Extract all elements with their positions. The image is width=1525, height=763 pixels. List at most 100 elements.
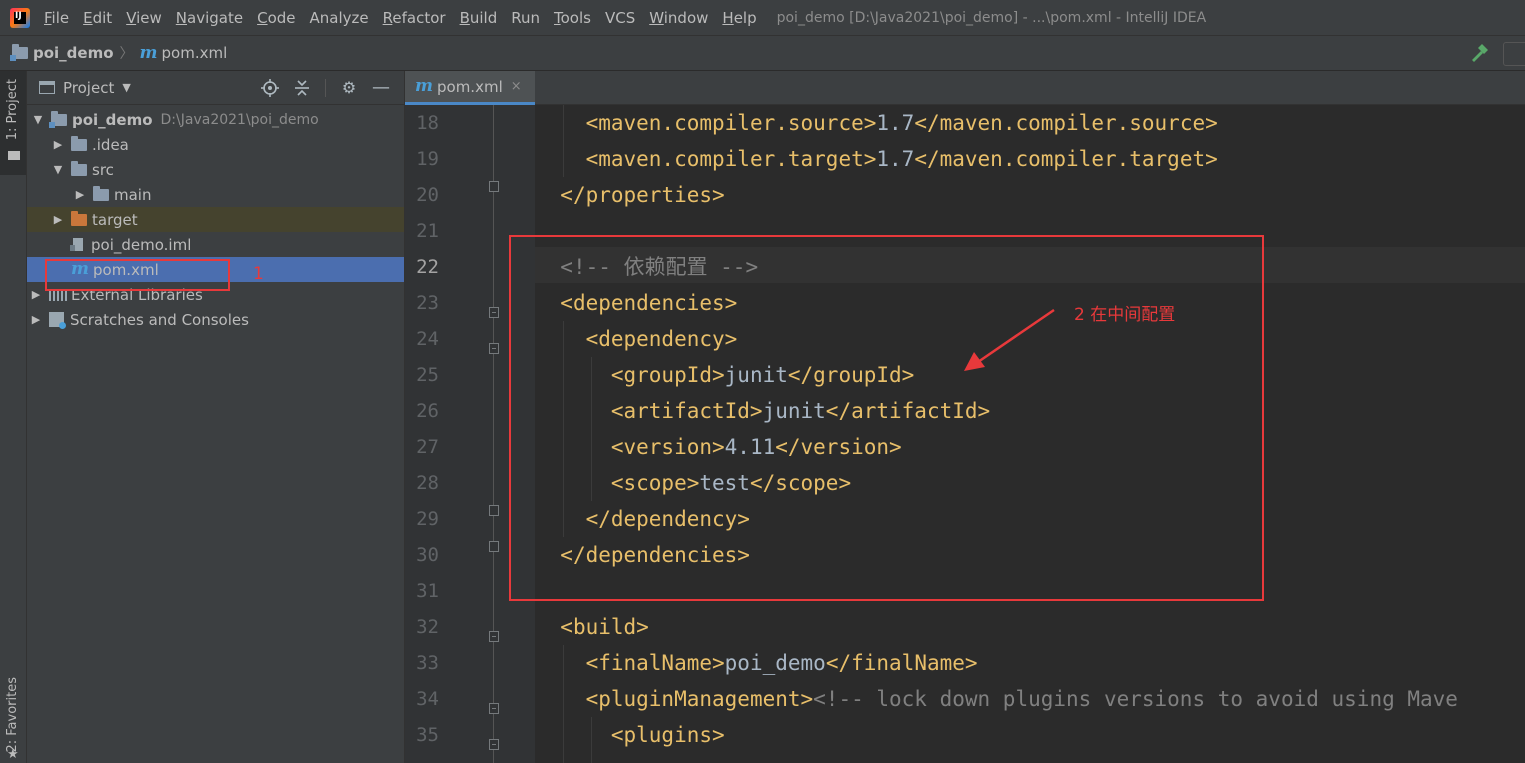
tree-node-main[interactable]: ▶ main	[27, 182, 404, 207]
menu-label: ile	[51, 8, 70, 27]
fold-close-icon[interactable]	[489, 181, 499, 192]
line-number: 20	[416, 184, 439, 206]
menu-vcs[interactable]: VCS	[605, 9, 635, 27]
breadcrumb-project[interactable]: poi_demo	[33, 44, 114, 62]
menu-window[interactable]: Window	[649, 9, 708, 27]
collapse-icon[interactable]	[293, 79, 311, 97]
menu-edit[interactable]: Edit	[83, 9, 112, 27]
breadcrumb-separator: 〉	[119, 46, 134, 62]
gear-icon[interactable]: ⚙	[340, 79, 358, 97]
maven-icon: m	[139, 42, 158, 63]
scratches-icon	[49, 312, 66, 329]
code-line: <maven.compiler.target>1.7</maven.compil…	[585, 147, 1218, 171]
navigation-bar: poi_demo 〉 m pom.xml	[0, 36, 1525, 71]
tree-node-idea[interactable]: ▶ .idea	[27, 132, 404, 157]
tool-tab-project[interactable]: 1: Project	[0, 71, 26, 175]
menu-label: ode	[267, 8, 296, 27]
tree-node-label: target	[92, 210, 138, 229]
line-number: 31	[416, 580, 439, 602]
folder-icon	[8, 151, 20, 160]
line-number: 19	[416, 148, 439, 170]
code-line: <plugins>	[610, 723, 725, 747]
chevron-right-icon[interactable]: ▶	[29, 288, 43, 301]
menu-mnemonic: C	[257, 8, 268, 27]
chevron-right-icon[interactable]: ▶	[29, 313, 43, 326]
menu-mnemonic: F	[44, 8, 52, 27]
fold-open-icon[interactable]	[489, 343, 499, 354]
menu-label: avigate	[187, 8, 244, 27]
menu-items: File Edit View Navigate Code Analyze Refactor B…	[44, 9, 771, 27]
code-line: <pluginManagement><!-- lock down plugins…	[585, 687, 1458, 711]
menu-run[interactable]: Run	[511, 9, 540, 27]
menu-file[interactable]: File	[44, 9, 69, 27]
tree-node-scratches[interactable]: ▶ Scratches and Consoles	[27, 307, 404, 332]
line-number: 22	[416, 256, 439, 278]
code-line: </properties>	[560, 183, 725, 207]
intellij-idea-icon: IJ	[10, 7, 30, 28]
menu-tools[interactable]: Tools	[554, 9, 591, 27]
line-number: 34	[416, 688, 439, 710]
tree-node-src[interactable]: ▼ src	[27, 157, 404, 182]
module-file-icon	[70, 238, 83, 251]
menu-build[interactable]: Build	[460, 9, 498, 27]
nav-toolbar-button[interactable]	[1503, 42, 1525, 66]
chevron-right-icon[interactable]: ▶	[51, 138, 65, 151]
menu-label: uild	[469, 8, 498, 27]
chevron-down-icon[interactable]: ▼	[51, 163, 65, 176]
annotation-box-dependencies	[509, 235, 1264, 601]
menu-label: ools	[560, 8, 591, 27]
menu-label: Analyze	[309, 8, 369, 27]
tree-node-label: src	[92, 160, 114, 179]
annotation-label-1: 1	[253, 264, 264, 284]
project-tool-window: Project ▼ ⚙ — ▼ poi_demo D:\Java2021\poi…	[27, 71, 405, 763]
fold-open-icon[interactable]	[489, 739, 499, 750]
tool-tab-favorites-label: 2: Favorites	[5, 677, 20, 753]
project-view-icon	[39, 81, 55, 94]
line-number: 33	[416, 652, 439, 674]
menu-bar: IJ File Edit View Navigate Code Analyze Refact…	[0, 0, 1525, 36]
project-panel-header: Project ▼ ⚙ —	[27, 71, 404, 105]
hammer-icon[interactable]	[1469, 44, 1489, 62]
chevron-right-icon[interactable]: ▶	[73, 188, 87, 201]
menu-view[interactable]: View	[126, 9, 162, 27]
code-line: <maven.compiler.source>1.7</maven.compil…	[585, 111, 1218, 135]
tree-node-label: Scratches and Consoles	[70, 310, 249, 329]
line-number: 35	[416, 724, 439, 746]
chevron-down-icon[interactable]: ▼	[122, 81, 130, 94]
chevron-right-icon[interactable]: ▶	[51, 213, 65, 226]
menu-refactor[interactable]: Refactor	[383, 9, 446, 27]
fold-open-icon[interactable]	[489, 631, 499, 642]
line-number: 26	[416, 400, 439, 422]
annotation-box-pom	[45, 259, 230, 291]
minimize-icon[interactable]: —	[372, 79, 390, 97]
project-view-selector[interactable]: Project	[63, 79, 114, 97]
folder-icon	[93, 185, 109, 201]
fold-close-icon[interactable]	[489, 541, 499, 552]
menu-help[interactable]: Help	[722, 9, 756, 27]
chevron-down-icon[interactable]: ▼	[31, 113, 45, 126]
tab-pom-xml[interactable]: m pom.xml ×	[405, 71, 535, 105]
folder-icon	[71, 135, 87, 151]
fold-open-icon[interactable]	[489, 703, 499, 714]
tree-node-target[interactable]: ▶ target	[27, 207, 404, 232]
menu-mnemonic: N	[175, 8, 188, 27]
line-number: 21	[416, 220, 439, 242]
menu-navigate[interactable]: Navigate	[176, 9, 243, 27]
line-number: 23	[416, 292, 439, 314]
close-icon[interactable]: ×	[511, 79, 522, 94]
menu-analyze[interactable]: Analyze	[310, 9, 369, 27]
fold-close-icon[interactable]	[489, 505, 499, 516]
project-folder-icon	[10, 44, 28, 61]
folder-icon	[71, 160, 87, 176]
tree-node-path: D:\Java2021\poi_demo	[160, 111, 319, 128]
tree-node-poi-demo[interactable]: ▼ poi_demo D:\Java2021\poi_demo	[27, 107, 404, 132]
menu-code[interactable]: Code	[257, 9, 295, 27]
breadcrumb-file[interactable]: pom.xml	[162, 44, 228, 62]
line-number: 18	[416, 112, 439, 134]
tree-node-iml[interactable]: poi_demo.iml	[27, 232, 404, 257]
code-line: <build>	[560, 615, 649, 639]
menu-label: iew	[136, 8, 162, 27]
fold-open-icon[interactable]	[489, 307, 499, 318]
menu-label: indow	[663, 8, 709, 27]
locate-icon[interactable]	[261, 79, 279, 97]
